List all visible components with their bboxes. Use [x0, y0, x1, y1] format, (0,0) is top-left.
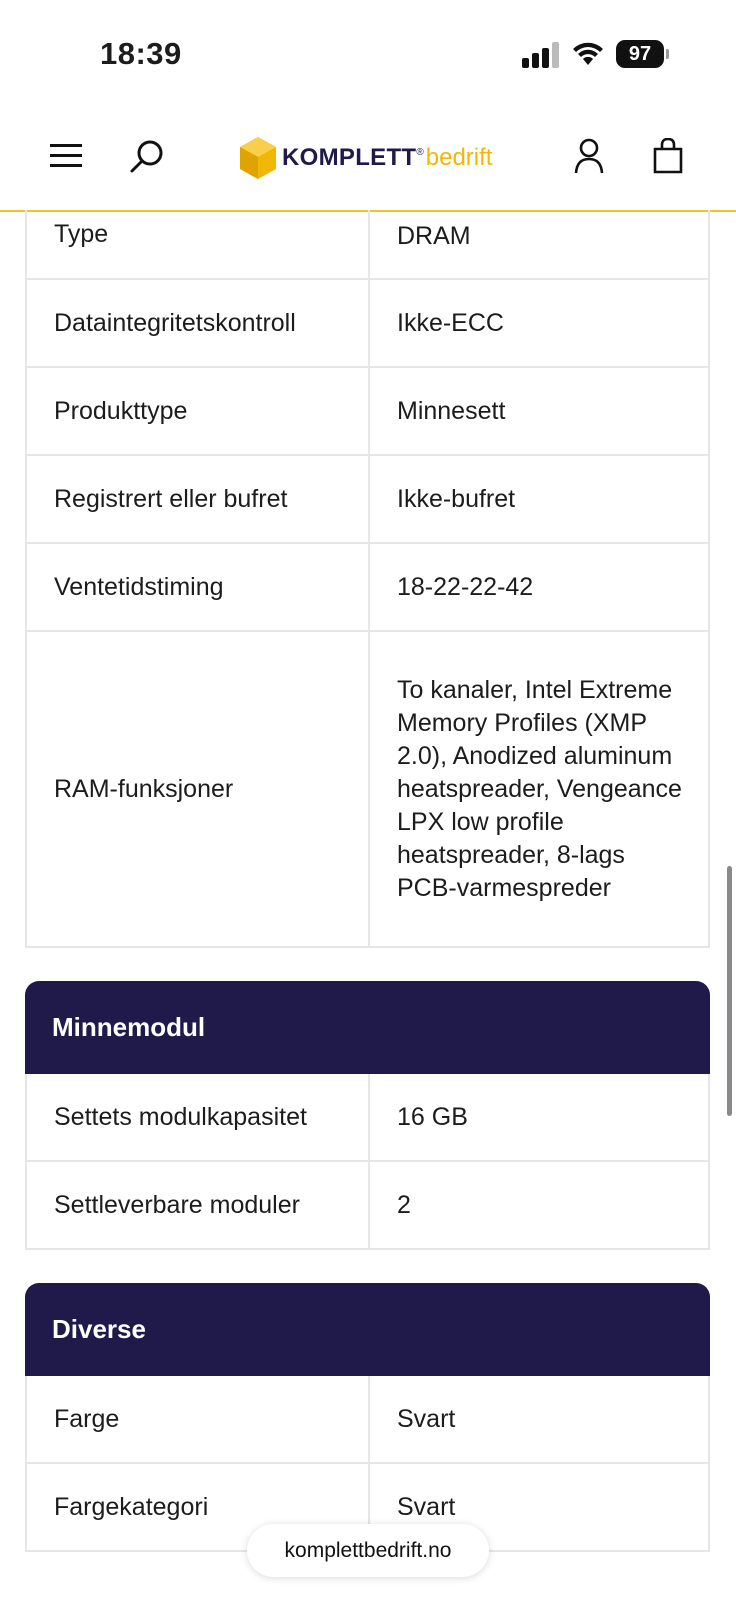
spec-label: Produkttype	[27, 368, 370, 454]
spec-value: Ikke-bufret	[397, 484, 516, 513]
spec-value: Minnesett	[397, 396, 506, 425]
spec-value: DRAM	[397, 222, 471, 250]
section-header-minnemodul: Minnemodul	[25, 981, 710, 1074]
logo-mark-icon	[240, 137, 276, 179]
spec-value: To kanaler, Intel Extreme Memory Profile…	[397, 675, 682, 902]
spec-row: Dataintegritetskontroll Ikke-ECC	[25, 280, 710, 368]
battery-indicator: 97	[616, 40, 664, 68]
komplett-bedrift-logo[interactable]: KOMPLETT ® bedrift	[240, 136, 492, 180]
spec-label: Dataintegritetskontroll	[27, 280, 370, 366]
spec-label: Settleverbare moduler	[27, 1162, 370, 1248]
spec-row: RAM-funksjoner To kanaler, Intel Extreme…	[25, 632, 710, 948]
spec-row: Settleverbare moduler 2	[25, 1162, 710, 1250]
status-bar: 18:39 97	[0, 0, 736, 108]
user-icon[interactable]	[574, 138, 604, 174]
menu-icon[interactable]	[50, 142, 84, 170]
spec-label: Ventetidstiming	[27, 544, 370, 630]
spec-value: 2	[397, 1190, 411, 1219]
spec-value: Ikke-ECC	[397, 308, 504, 337]
logo-registered: ®	[416, 146, 424, 158]
spec-label: Type	[27, 210, 370, 278]
signal-icon	[522, 42, 559, 68]
search-icon[interactable]	[128, 138, 166, 176]
browser-url-bar[interactable]: komplettbedrift.no	[247, 1524, 489, 1577]
battery-cap	[666, 49, 669, 59]
spec-value: 18-22-22-42	[397, 572, 534, 601]
site-header: KOMPLETT ® bedrift	[0, 108, 736, 212]
spec-content: Type DRAM Dataintegritetskontroll Ikke-E…	[25, 210, 710, 1552]
status-time: 18:39	[100, 36, 182, 71]
spec-value: Svart	[397, 1404, 456, 1433]
spec-row: Ventetidstiming 18-22-22-42	[25, 544, 710, 632]
shopping-bag-icon[interactable]	[652, 138, 684, 174]
section-header-diverse: Diverse	[25, 1283, 710, 1376]
spec-value: 16 GB	[397, 1102, 468, 1131]
spec-label: RAM-funksjoner	[27, 632, 370, 946]
spec-label: Registrert eller bufret	[27, 456, 370, 542]
spec-row: Produkttype Minnesett	[25, 368, 710, 456]
spec-row: Type DRAM	[25, 210, 710, 280]
wifi-icon	[573, 42, 603, 65]
scrollbar-thumb[interactable]	[727, 866, 732, 1116]
spec-label: Farge	[27, 1376, 370, 1462]
spec-label: Settets modulkapasitet	[27, 1074, 370, 1160]
logo-sub: bedrift	[425, 144, 493, 171]
logo-brand: KOMPLETT	[282, 144, 417, 171]
spec-row: Farge Svart	[25, 1376, 710, 1464]
spec-row: Registrert eller bufret Ikke-bufret	[25, 456, 710, 544]
spec-row: Settets modulkapasitet 16 GB	[25, 1074, 710, 1162]
